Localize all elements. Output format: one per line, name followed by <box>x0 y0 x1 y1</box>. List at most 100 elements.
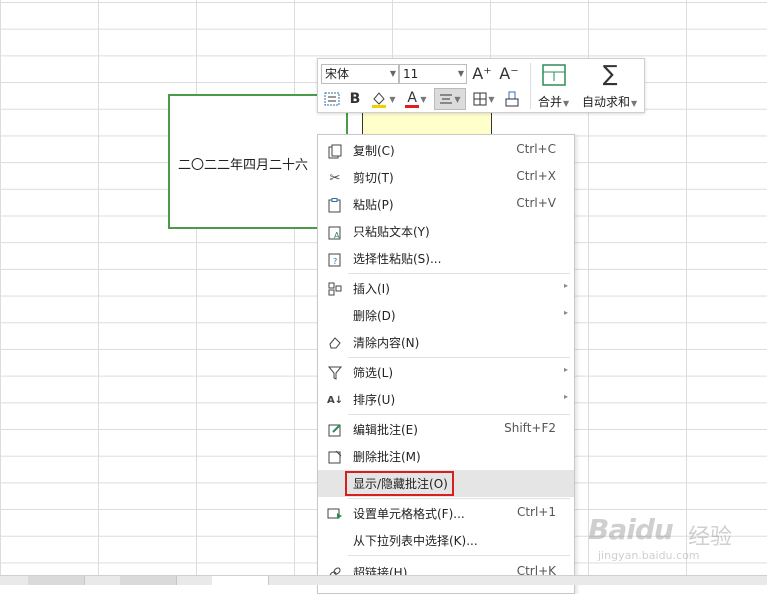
menu-item-copy[interactable]: 复制(C) Ctrl+C <box>318 137 574 164</box>
font-name-select[interactable]: 宋体 ▼ <box>321 64 399 84</box>
font-size-value: 11 <box>403 67 419 81</box>
grow-font-icon: A⁺ <box>472 63 492 83</box>
merge-icon-button[interactable] <box>541 63 567 87</box>
menu-item-label: 粘贴(P) <box>353 198 394 212</box>
menu-item-shortcut: Ctrl+C <box>516 142 556 156</box>
grow-font-button[interactable]: A⁺ <box>471 62 493 84</box>
copy-icon <box>327 143 343 159</box>
menu-item-label: 剪切(T) <box>353 171 394 185</box>
highlight-annotation-box <box>345 471 454 496</box>
svg-text:A: A <box>334 231 340 240</box>
eraser-icon <box>327 335 343 351</box>
wrap-text-button[interactable] <box>322 89 342 109</box>
menu-item-insert[interactable]: 插入(I) ▸ <box>318 275 574 302</box>
menu-separator <box>348 414 570 415</box>
chevron-down-icon: ▼ <box>488 94 495 104</box>
format-cells-icon <box>327 506 343 522</box>
format-painter-icon <box>505 91 519 107</box>
sigma-icon: ∑ <box>602 61 618 87</box>
bold-button[interactable]: B <box>346 89 364 109</box>
menu-item-cut[interactable]: ✂ 剪切(T) Ctrl+X <box>318 164 574 191</box>
menu-item-delete[interactable]: 删除(D) ▸ <box>318 302 574 329</box>
font-name-value: 宋体 <box>325 67 350 81</box>
submenu-arrow-icon: ▸ <box>563 392 568 401</box>
menu-item-label: 清除内容(N) <box>353 336 420 350</box>
chevron-down-icon: ▼ <box>631 99 638 108</box>
chevron-down-icon: ▼ <box>457 69 464 78</box>
sort-icon: A↓ <box>326 394 344 406</box>
chevron-down-icon: ▼ <box>454 94 461 104</box>
menu-item-clear-contents[interactable]: 清除内容(N) <box>318 329 574 356</box>
submenu-arrow-icon: ▸ <box>563 365 568 374</box>
menu-item-filter[interactable]: 筛选(L) ▸ <box>318 359 574 386</box>
borders-icon <box>473 92 487 106</box>
menu-item-paste-special[interactable]: ? 选择性粘贴(S)... <box>318 245 574 272</box>
shrink-font-button[interactable]: A⁻ <box>498 62 520 84</box>
fill-color-button[interactable]: ▼ <box>368 89 398 109</box>
menu-item-label: 从下拉列表中选择(K)... <box>353 534 478 548</box>
menu-item-paste[interactable]: 粘贴(P) Ctrl+V <box>318 191 574 218</box>
font-color-swatch <box>405 105 420 108</box>
font-color-icon: A <box>407 90 417 106</box>
filter-icon <box>327 365 343 381</box>
delete-comment-icon <box>327 449 343 465</box>
menu-item-pick-from-dropdown[interactable]: 从下拉列表中选择(K)... <box>318 527 574 554</box>
menu-item-label: 设置单元格格式(F)... <box>353 507 465 521</box>
wrap-text-icon <box>324 92 340 106</box>
edit-comment-icon <box>327 422 343 438</box>
paste-text-icon: A <box>327 224 343 240</box>
context-menu: 复制(C) Ctrl+C ✂ 剪切(T) Ctrl+X 粘贴(P) Ctrl+V… <box>317 134 575 594</box>
menu-item-shortcut: Ctrl+V <box>516 196 556 210</box>
borders-button[interactable]: ▼ <box>470 89 498 109</box>
menu-item-format-cells[interactable]: 设置单元格格式(F)... Ctrl+1 <box>318 500 574 527</box>
svg-text:?: ? <box>333 257 337 266</box>
watermark-url: jingyan.baidu.com <box>598 549 700 562</box>
baidu-logo: Baidu <box>588 513 674 546</box>
merge-label: 合并 <box>538 95 563 109</box>
font-size-select[interactable]: 11 ▼ <box>399 64 467 84</box>
menu-item-edit-comment[interactable]: 编辑批注(E) Shift+F2 <box>318 416 574 443</box>
autosum-icon-button[interactable]: ∑ <box>597 61 623 87</box>
menu-item-label: 插入(I) <box>353 282 390 296</box>
menu-item-paste-text-only[interactable]: A 只粘贴文本(Y) <box>318 218 574 245</box>
merge-button[interactable]: 合并▼ <box>538 93 569 110</box>
menu-item-label: 排序(U) <box>353 393 396 407</box>
menu-item-label: 选择性粘贴(S)... <box>353 252 442 266</box>
menu-item-label: 只粘贴文本(Y) <box>353 225 430 239</box>
shrink-font-icon: A⁻ <box>499 63 519 83</box>
merge-cells-icon <box>542 64 566 86</box>
menu-item-sort[interactable]: A↓ 排序(U) ▸ <box>318 386 574 413</box>
chevron-down-icon: ▼ <box>389 69 396 78</box>
insert-icon <box>327 281 343 297</box>
align-center-icon <box>440 94 453 104</box>
scissors-icon: ✂ <box>329 170 341 186</box>
font-color-button[interactable]: A ▼ <box>402 89 430 109</box>
menu-separator <box>348 357 570 358</box>
menu-item-label: 删除(D) <box>353 309 396 323</box>
submenu-arrow-icon: ▸ <box>563 308 568 317</box>
toolbar-divider <box>530 63 531 109</box>
menu-item-label: 复制(C) <box>353 144 395 158</box>
paste-icon <box>327 197 343 213</box>
menu-item-label: 删除批注(M) <box>353 450 421 464</box>
paste-special-icon: ? <box>327 251 343 267</box>
menu-separator <box>348 555 570 556</box>
align-button[interactable]: ▼ <box>434 88 466 110</box>
menu-item-shortcut: Ctrl+1 <box>516 505 556 519</box>
menu-item-label: 筛选(L) <box>353 366 394 380</box>
chevron-down-icon: ▼ <box>563 99 570 108</box>
jingyan-label: 经验 <box>688 525 733 550</box>
autosum-button[interactable]: 自动求和▼ <box>582 93 637 110</box>
menu-item-shortcut: Ctrl+X <box>516 169 556 183</box>
chevron-down-icon: ▼ <box>389 94 396 104</box>
cell-text: 二〇二二年四月二十六 <box>178 158 309 173</box>
menu-item-label: 编辑批注(E) <box>353 423 418 437</box>
menu-item-shortcut: Shift+F2 <box>504 421 556 435</box>
bold-icon: B <box>349 91 361 107</box>
paint-bucket-icon <box>372 92 387 108</box>
menu-separator <box>348 273 570 274</box>
menu-item-delete-comment[interactable]: 删除批注(M) <box>318 443 574 470</box>
submenu-arrow-icon: ▸ <box>563 281 568 290</box>
format-painter-button[interactable] <box>502 89 522 109</box>
menu-separator <box>348 498 570 499</box>
